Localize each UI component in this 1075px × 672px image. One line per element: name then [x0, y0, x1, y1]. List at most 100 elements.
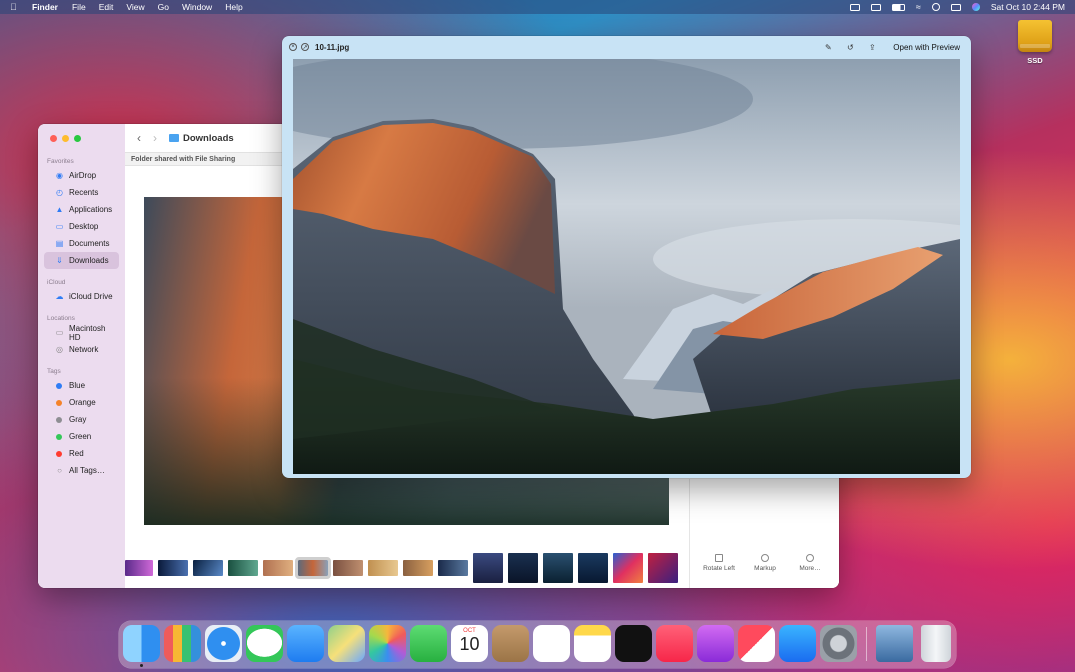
fullscreen-icon[interactable]: ↗ — [301, 43, 309, 51]
sidebar-tag-blue[interactable]: Blue — [44, 377, 119, 394]
document-icon: ▤ — [55, 239, 64, 248]
sidebar-item-applications[interactable]: ▲ Applications — [44, 201, 119, 218]
reminders-icon[interactable] — [533, 625, 570, 662]
thumbnail[interactable] — [508, 553, 538, 583]
launchpad-icon[interactable] — [164, 625, 201, 662]
close-window-button[interactable] — [50, 135, 57, 142]
system-preferences-icon[interactable] — [820, 625, 857, 662]
thumbnail[interactable] — [403, 560, 433, 576]
rotate-icon[interactable]: ↺ — [845, 42, 855, 52]
thumbnail[interactable] — [333, 560, 363, 576]
sidebar-item-desktop[interactable]: ▭ Desktop — [44, 218, 119, 235]
trash-icon[interactable] — [921, 625, 951, 662]
markup-button[interactable]: Markup — [745, 554, 785, 572]
menubar-clock[interactable]: Sat Oct 10 2:44 PM — [991, 2, 1065, 12]
sidebar-section-icloud: iCloud — [47, 279, 66, 286]
sidebar-item-airdrop[interactable]: ◉ AirDrop — [44, 167, 119, 184]
sidebar-tag-orange[interactable]: Orange — [44, 394, 119, 411]
downloads-stack-icon[interactable] — [876, 625, 913, 662]
thumbnail[interactable] — [193, 560, 223, 576]
apple-tv-icon[interactable] — [615, 625, 652, 662]
thumbnail[interactable] — [613, 553, 643, 583]
wifi-icon[interactable]: ≈ — [916, 2, 921, 12]
quick-look-image — [293, 59, 960, 474]
music-icon[interactable] — [656, 625, 693, 662]
mail-icon[interactable] — [287, 625, 324, 662]
notes-icon[interactable] — [574, 625, 611, 662]
sidebar-item-documents[interactable]: ▤ Documents — [44, 235, 119, 252]
more-button[interactable]: More… — [790, 554, 830, 572]
quick-look-window: × ↗ 10-11.jpg ✎ ↺ ⇪ Open with Preview — [282, 36, 971, 478]
thumbnail[interactable] — [368, 560, 398, 576]
sidebar-item-icloud-drive[interactable]: ☁ iCloud Drive — [44, 288, 119, 305]
markup-icon — [761, 554, 769, 562]
zoom-window-button[interactable] — [74, 135, 81, 142]
contacts-icon[interactable] — [492, 625, 529, 662]
messages-icon[interactable] — [246, 625, 283, 662]
app-store-icon[interactable] — [779, 625, 816, 662]
sidebar-item-label: Red — [69, 449, 84, 458]
battery-icon[interactable] — [891, 3, 905, 11]
sidebar-item-label: Desktop — [69, 222, 99, 231]
thumbnail-selected[interactable] — [295, 557, 331, 579]
podcasts-icon[interactable] — [697, 625, 734, 662]
maps-icon[interactable] — [328, 625, 365, 662]
thumbnail[interactable] — [158, 560, 188, 576]
desktop-drive-ssd[interactable]: SSD — [1015, 20, 1055, 65]
thumbnail[interactable] — [438, 560, 468, 576]
preview-inspector: Rotate Left Markup More… — [689, 479, 839, 588]
sidebar-all-tags[interactable]: ○ All Tags… — [44, 462, 119, 479]
close-icon[interactable]: × — [289, 43, 297, 51]
sidebar-item-downloads[interactable]: ⇓ Downloads — [44, 252, 119, 269]
desktop-icon: ▭ — [55, 222, 64, 231]
sidebar-item-label: Downloads — [69, 256, 109, 265]
control-center-icon[interactable] — [950, 3, 961, 11]
sidebar-item-label: iCloud Drive — [69, 292, 113, 301]
sidebar-section-favorites: Favorites — [47, 158, 74, 165]
minimize-window-button[interactable] — [62, 135, 69, 142]
sidebar-item-network[interactable]: ◎ Network — [44, 341, 119, 358]
sidebar-tag-red[interactable]: Red — [44, 445, 119, 462]
siri-icon[interactable] — [971, 3, 980, 11]
safari-icon[interactable] — [205, 625, 242, 662]
open-with-preview-button[interactable]: Open with Preview — [889, 43, 964, 52]
sidebar-tag-gray[interactable]: Gray — [44, 411, 119, 428]
apple-menu-icon[interactable]:  — [10, 2, 20, 12]
rotate-left-button[interactable]: Rotate Left — [699, 554, 739, 572]
thumbnail[interactable] — [543, 553, 573, 583]
back-chevron-icon[interactable]: ‹ — [137, 131, 141, 145]
window-controls — [50, 135, 81, 142]
thumbnail[interactable] — [263, 560, 293, 576]
tag-dot-icon — [56, 433, 62, 440]
spotlight-search-icon[interactable] — [931, 3, 940, 11]
facetime-icon[interactable] — [410, 625, 447, 662]
markup-icon[interactable]: ✎ — [823, 42, 833, 52]
sidebar-item-label: Recents — [69, 188, 99, 197]
menu-app-finder[interactable]: Finder — [32, 2, 58, 12]
airdrop-icon: ◉ — [56, 171, 63, 180]
finder-icon[interactable] — [123, 625, 160, 662]
menu-file[interactable]: File — [72, 2, 86, 12]
forward-chevron-icon[interactable]: › — [153, 131, 157, 145]
thumbnail[interactable] — [473, 553, 503, 583]
sidebar-tag-green[interactable]: Green — [44, 428, 119, 445]
sidebar-item-recents[interactable]: ◴ Recents — [44, 184, 119, 201]
sidebar-item-macintosh-hd[interactable]: ▭ Macintosh HD — [44, 324, 119, 342]
tag-icon: ○ — [57, 466, 62, 475]
calendar-icon[interactable]: OCT 10 — [451, 625, 488, 662]
screen-mirroring-icon[interactable] — [870, 3, 881, 11]
photos-icon[interactable] — [369, 625, 406, 662]
thumbnail[interactable] — [578, 553, 608, 583]
menu-view[interactable]: View — [126, 2, 144, 12]
menu-help[interactable]: Help — [225, 2, 242, 12]
share-icon[interactable]: ⇪ — [867, 42, 877, 52]
thumbnail[interactable] — [125, 560, 153, 576]
mountain-landscape-image — [293, 59, 960, 474]
menu-window[interactable]: Window — [182, 2, 212, 12]
thumbnail[interactable] — [228, 560, 258, 576]
news-icon[interactable] — [738, 625, 775, 662]
thumbnail[interactable] — [648, 553, 678, 583]
keyboard-input-icon[interactable] — [849, 3, 860, 11]
menu-edit[interactable]: Edit — [99, 2, 114, 12]
menu-go[interactable]: Go — [158, 2, 169, 12]
